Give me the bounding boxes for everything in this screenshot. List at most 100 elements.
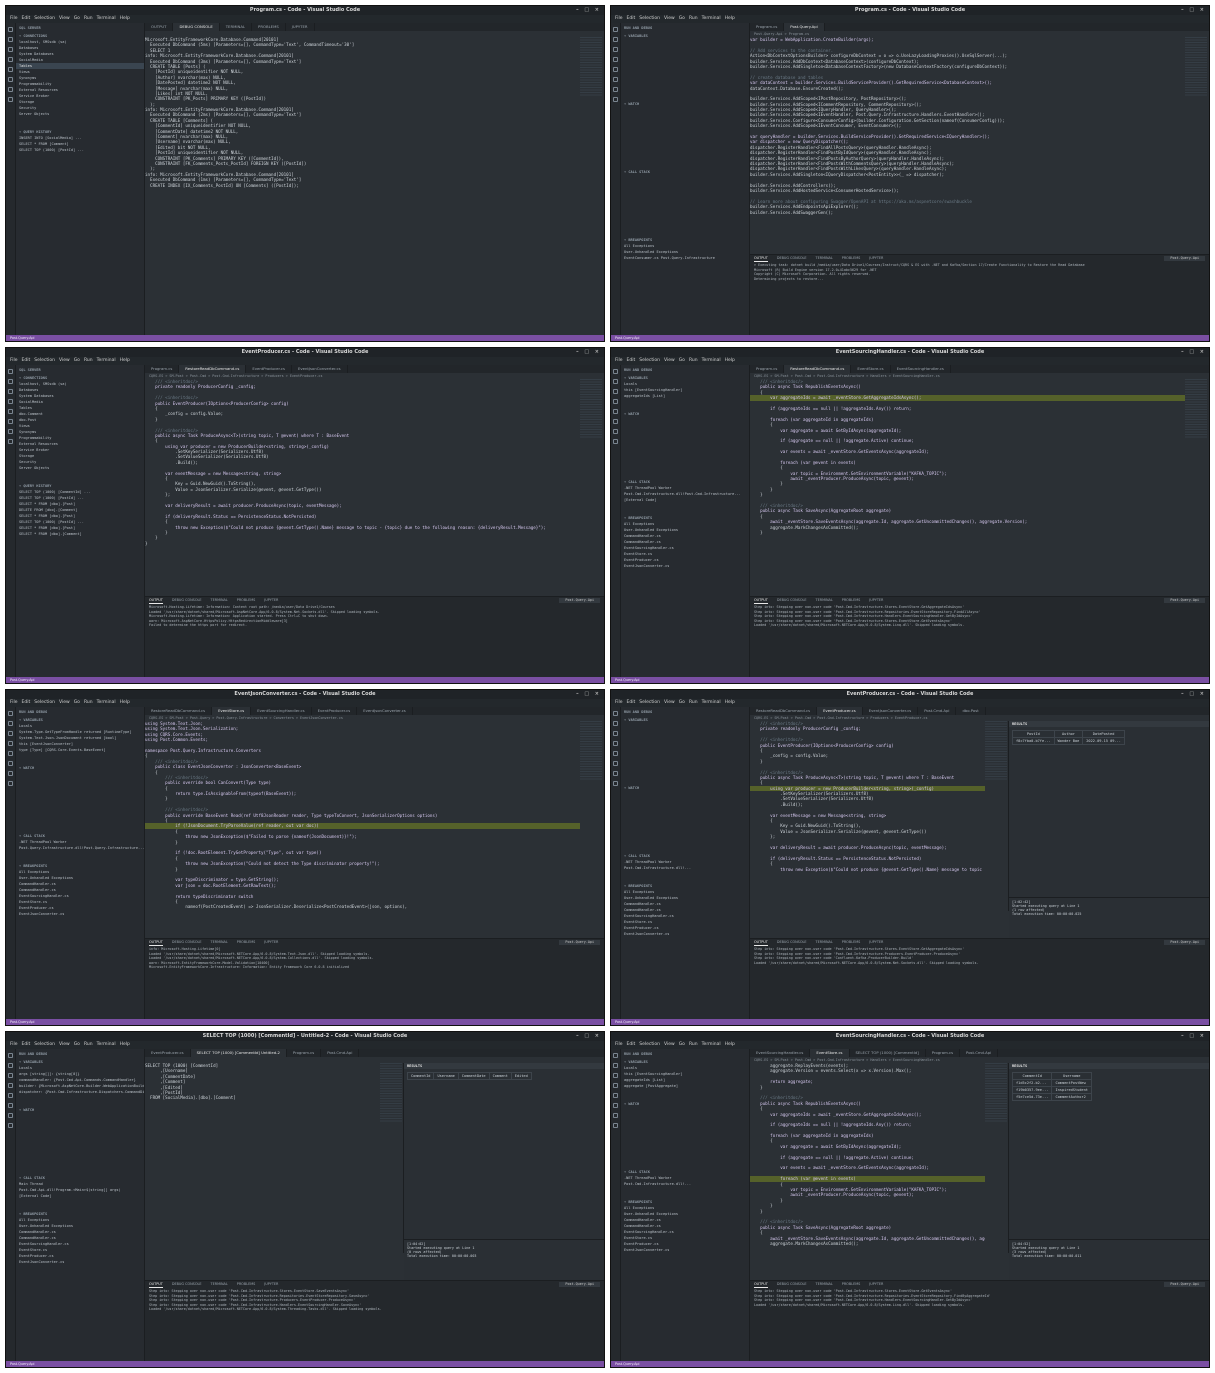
menu-item-go[interactable]: Go — [74, 1042, 80, 1047]
sidebar-section-header[interactable]: ▾ CALL STACK — [16, 1173, 144, 1181]
menu-item-view[interactable]: View — [59, 358, 70, 363]
results-row[interactable]: f1d5c2f2-b2... CommentPostNew — [1011, 1079, 1092, 1087]
docker-icon[interactable] — [8, 1123, 13, 1128]
menu-item-view[interactable]: View — [59, 1042, 70, 1047]
panel-tab-problems[interactable]: PROBLEMS — [842, 1281, 861, 1288]
editor-tab[interactable]: SELECT TOP (1000) [CommentId] Untitled-2 — [190, 1049, 287, 1057]
menu-item-edit[interactable]: Edit — [22, 1042, 31, 1047]
editor-tab[interactable]: EventStore.cs — [212, 707, 252, 715]
window-controls[interactable]: – □ × — [576, 348, 601, 357]
test-icon[interactable] — [613, 87, 618, 92]
panel-tab-debug-console[interactable]: DEBUG CONSOLE — [172, 1281, 202, 1288]
results-column-header[interactable]: PostId — [1012, 730, 1055, 738]
menu-item-selection[interactable]: Selection — [34, 700, 55, 705]
extensions-icon[interactable] — [613, 409, 618, 414]
status-bar-text[interactable]: Post.Query.Api — [615, 1362, 639, 1366]
sidebar-section-header[interactable]: ▾ QUERY HISTORY — [16, 481, 144, 489]
menu-item-file[interactable]: File — [615, 16, 623, 21]
menu-item-run[interactable]: Run — [84, 358, 93, 363]
explorer-icon[interactable] — [613, 369, 618, 374]
menu-item-help[interactable]: Help — [120, 1042, 130, 1047]
minimap[interactable] — [985, 1063, 1007, 1123]
editor-tab[interactable]: PROBLEMS — [252, 23, 286, 31]
results-cell[interactable]: InspiredStudent — [1051, 1086, 1092, 1094]
menu-item-edit[interactable]: Edit — [22, 16, 31, 21]
menu-item-selection[interactable]: Selection — [639, 16, 660, 21]
database-icon[interactable] — [613, 419, 618, 424]
source-control-icon[interactable] — [8, 731, 13, 736]
panel-tab-jupyter[interactable]: JUPYTER — [264, 1281, 278, 1288]
menu-item-file[interactable]: File — [10, 16, 18, 21]
window-controls[interactable]: – □ × — [1181, 1032, 1206, 1041]
menu-item-go[interactable]: Go — [679, 358, 685, 363]
menu-item-view[interactable]: View — [664, 1042, 675, 1047]
search-icon[interactable] — [613, 721, 618, 726]
database-icon[interactable] — [613, 761, 618, 766]
run-debug-icon[interactable] — [8, 399, 13, 404]
menu-item-terminal[interactable]: Terminal — [97, 358, 116, 363]
editor-tab[interactable]: EventJsonConverter.cs — [863, 707, 919, 715]
editor-tab[interactable]: EventProducer.cs — [312, 707, 358, 715]
code-editor[interactable]: aggregate.ReplayEvents(events); aggregat… — [750, 1063, 985, 1281]
window-controls[interactable]: – □ × — [1181, 6, 1206, 15]
editor-tab[interactable]: Post.Cmd.Api — [321, 1049, 360, 1057]
test-icon[interactable] — [8, 429, 13, 434]
menu-item-go[interactable]: Go — [74, 358, 80, 363]
docker-icon[interactable] — [613, 1123, 618, 1128]
menu-item-edit[interactable]: Edit — [22, 700, 31, 705]
panel-tab-debug-console[interactable]: DEBUG CONSOLE — [777, 255, 807, 262]
sidebar-section-header[interactable]: ▾ CALL STACK — [621, 477, 749, 485]
extensions-icon[interactable] — [8, 409, 13, 414]
panel-tab-jupyter[interactable]: JUPYTER — [869, 939, 883, 946]
test-icon[interactable] — [613, 771, 618, 776]
menu-item-help[interactable]: Help — [725, 1042, 735, 1047]
panel-tab-output[interactable]: OUTPUT — [754, 939, 768, 946]
menu-item-run[interactable]: Run — [689, 700, 698, 705]
panel-tab-terminal[interactable]: TERMINAL — [816, 597, 833, 604]
output-channel-select[interactable]: Post.Query.Api — [559, 1282, 600, 1287]
panel-tab-jupyter[interactable]: JUPYTER — [264, 939, 278, 946]
minimap[interactable] — [985, 721, 1007, 781]
editor-tab[interactable]: RestoreReadDbCommand.cs — [145, 707, 213, 715]
docker-icon[interactable] — [613, 439, 618, 444]
explorer-icon[interactable] — [8, 1053, 13, 1058]
sidebar-section-header[interactable]: ▾ WATCH — [621, 1099, 749, 1107]
test-icon[interactable] — [613, 1113, 618, 1118]
editor-tab[interactable]: EventProducer.cs — [145, 1049, 191, 1057]
database-icon[interactable] — [613, 1103, 618, 1108]
menu-item-file[interactable]: File — [10, 700, 18, 705]
results-cell[interactable]: CommentPostNew — [1051, 1079, 1092, 1087]
menu-item-view[interactable]: View — [664, 700, 675, 705]
sidebar-section-header[interactable]: ▾ VARIABLES — [16, 715, 144, 723]
source-control-icon[interactable] — [8, 1073, 13, 1078]
sidebar-section-header[interactable]: ▾ BREAKPOINTS — [621, 1197, 749, 1205]
menu-item-edit[interactable]: Edit — [627, 358, 636, 363]
menu-item-selection[interactable]: Selection — [639, 700, 660, 705]
window-controls[interactable]: – □ × — [1181, 348, 1206, 357]
editor-tab[interactable]: Program.cs — [750, 365, 785, 373]
database-icon[interactable] — [8, 761, 13, 766]
results-cell[interactable]: Wonder Bae — [1053, 737, 1084, 745]
extensions-icon[interactable] — [8, 1093, 13, 1098]
panel-tab-terminal[interactable]: TERMINAL — [816, 1281, 833, 1288]
editor-tab[interactable]: dbo.Post — [956, 707, 986, 715]
minimap[interactable] — [580, 379, 602, 439]
run-debug-icon[interactable] — [613, 1083, 618, 1088]
panel-tab-jupyter[interactable]: JUPYTER — [264, 597, 278, 604]
code-editor[interactable]: /// <inheritdoc/> private readonly Produ… — [145, 379, 580, 597]
search-icon[interactable] — [8, 721, 13, 726]
menu-item-run[interactable]: Run — [84, 1042, 93, 1047]
panel-tab-problems[interactable]: PROBLEMS — [842, 255, 861, 262]
minimap[interactable] — [1185, 37, 1207, 97]
explorer-icon[interactable] — [8, 369, 13, 374]
panel-tab-terminal[interactable]: TERMINAL — [211, 597, 228, 604]
panel-tab-jupyter[interactable]: JUPYTER — [869, 255, 883, 262]
run-debug-icon[interactable] — [613, 741, 618, 746]
results-cell[interactable]: f1d5c2f2-b2... — [1011, 1079, 1053, 1087]
panel-tab-terminal[interactable]: TERMINAL — [211, 1281, 228, 1288]
editor-tab[interactable]: Program.cs — [926, 1049, 961, 1057]
editor-tab[interactable]: TERMINAL — [220, 23, 253, 31]
results-row[interactable]: f8c7fba0-b7fe... Wonder Bae 2022-09-15 09.… — [1012, 737, 1125, 745]
source-control-icon[interactable] — [613, 389, 618, 394]
panel-tab-debug-console[interactable]: DEBUG CONSOLE — [777, 597, 807, 604]
